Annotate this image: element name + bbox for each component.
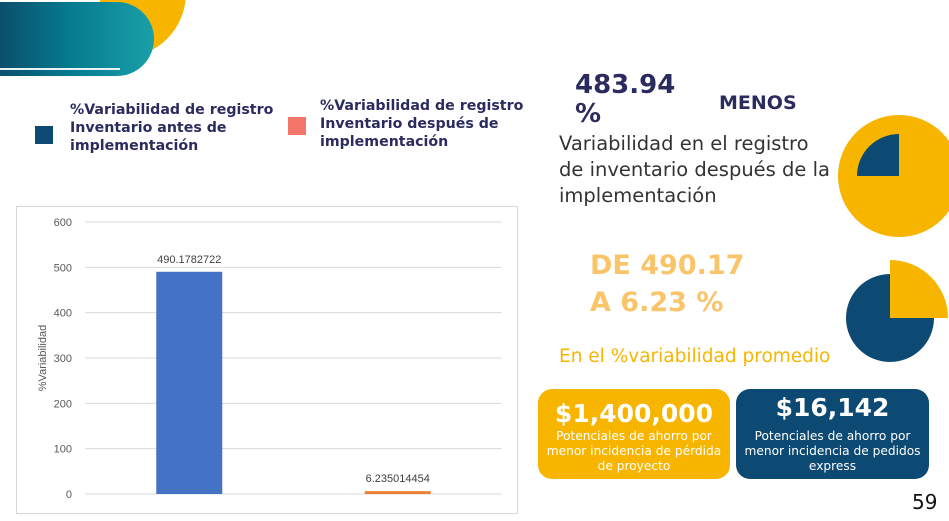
bar-chart-svg: 0 100 200 300 400 500 600 %Variabilidad 490.1782… — [37, 217, 502, 501]
y-axis-label: %Variabilidad — [37, 325, 49, 391]
y-tick-label: 400 — [54, 308, 72, 320]
savings-card-express-text: Potenciales de ahorro por menor incidenc… — [744, 429, 921, 473]
decorative-shape-teal — [0, 2, 154, 76]
savings-card-project-amount: $1,400,000 — [554, 399, 714, 428]
bar-después — [364, 491, 431, 494]
menos-label: MENOS — [719, 92, 797, 114]
savings-card-project: $1,400,000 Potenciales de ahorro por men… — [538, 389, 730, 479]
legend-label-before: %Variabilidad de registro Inventario ant… — [70, 102, 274, 154]
variability-description: Variabilidad en el registro de inventari… — [559, 132, 830, 207]
savings-card-express-amount: $16,142 — [775, 393, 890, 422]
y-tick-label: 100 — [54, 444, 72, 456]
pie-bottom-yellow-slice — [890, 260, 948, 318]
bar-antes — [156, 271, 223, 494]
decorative-line — [0, 68, 120, 70]
y-tick-label: 200 — [54, 398, 72, 410]
from-value: DE 490.17 — [590, 250, 745, 281]
reduction-percent-sign: % — [575, 99, 602, 129]
y-tick-label: 0 — [66, 489, 72, 501]
legend-swatch-after — [288, 117, 306, 135]
reduction-percent-value: 483.94 — [575, 70, 676, 100]
data-label-después: 6.235014454 — [366, 473, 430, 485]
legend-label-after: %Variabilidad de registro Inventario des… — [320, 98, 524, 150]
savings-card-project-text: Potenciales de ahorro por menor incidenc… — [546, 429, 722, 473]
average-variability-caption: En el %variabilidad promedio — [559, 346, 831, 367]
y-tick-label: 300 — [54, 353, 72, 365]
pie-chart-top — [838, 115, 949, 237]
bar-chart: 0 100 200 300 400 500 600 %Variabilidad 490.1782… — [16, 206, 518, 514]
y-tick-label: 600 — [54, 217, 72, 229]
page-number: 59 — [912, 490, 938, 514]
pie-chart-bottom — [846, 260, 948, 362]
legend-swatch-before — [35, 126, 53, 144]
to-value: A 6.23 % — [590, 287, 724, 318]
y-tick-label: 500 — [54, 262, 72, 274]
data-label-antes: 490.1782722 — [157, 254, 221, 266]
savings-card-express: $16,142 Potenciales de ahorro por menor … — [736, 389, 929, 479]
